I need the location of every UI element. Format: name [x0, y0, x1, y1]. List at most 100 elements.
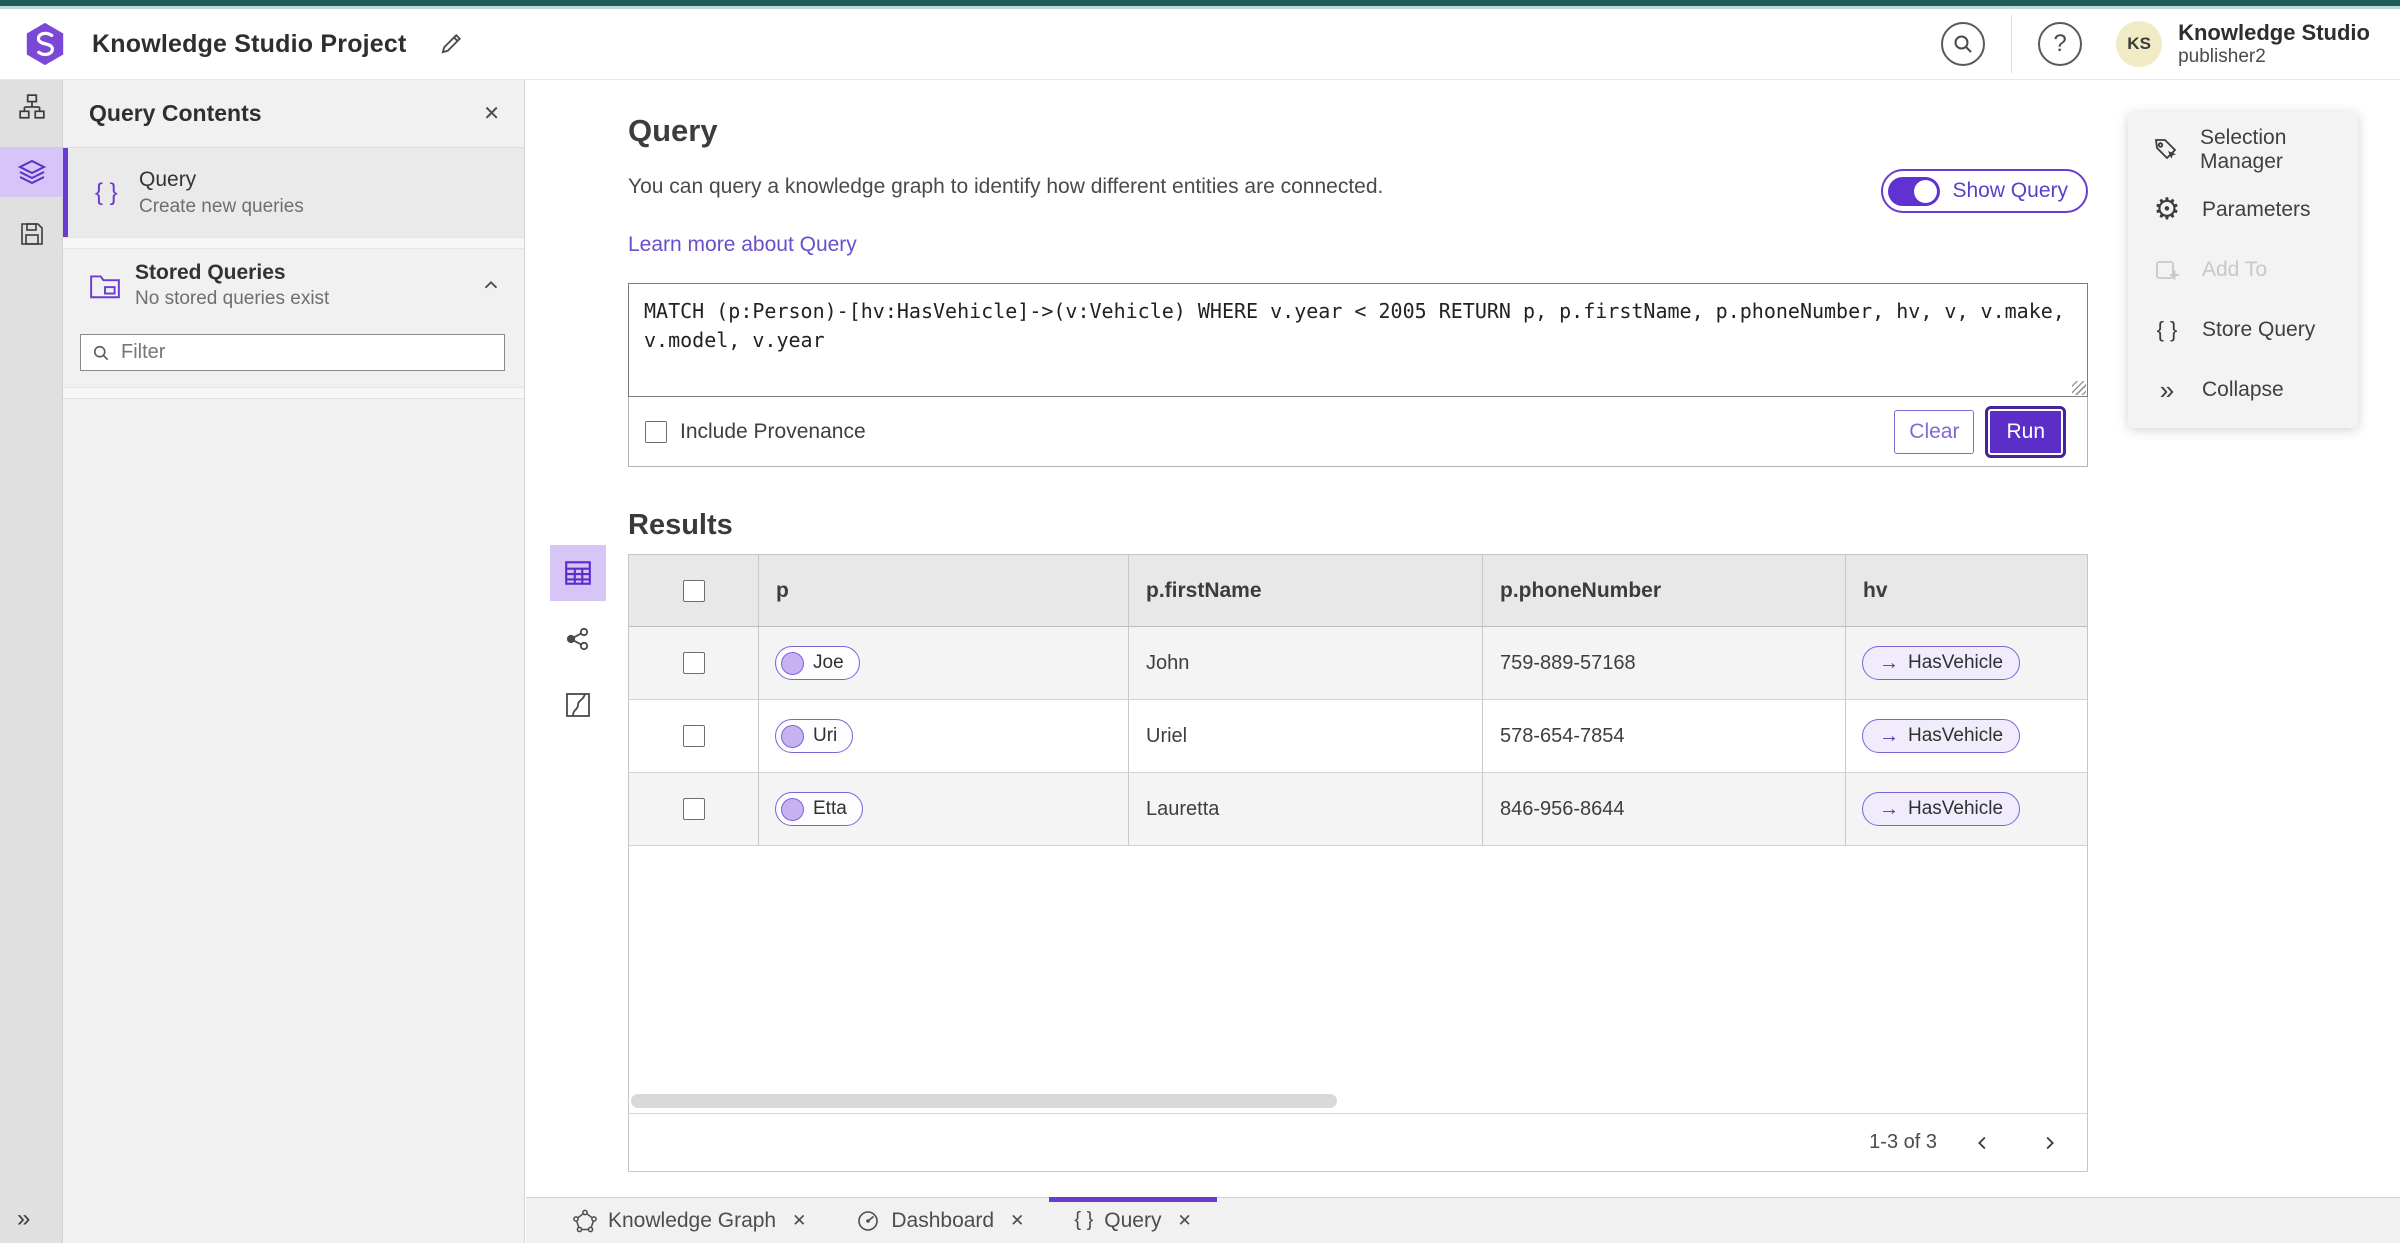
relationship-pill[interactable]: → HasVehicle: [1862, 792, 2021, 826]
user-role: publisher2: [2178, 45, 2266, 67]
selection-manager-icon: [2152, 136, 2180, 164]
menu-item-store-query[interactable]: { } Store Query: [2128, 300, 2358, 360]
row-checkbox[interactable]: [682, 652, 705, 674]
arrow-right-icon: →: [1879, 797, 1899, 820]
rail-expand-button[interactable]: »: [17, 1205, 30, 1233]
tab-knowledge-graph[interactable]: Knowledge Graph ✕: [548, 1198, 831, 1243]
chevron-left-icon: [1978, 1136, 1986, 1149]
menu-item-parameters[interactable]: ⚙ Parameters: [2128, 180, 2358, 240]
search-icon: [1954, 35, 1972, 53]
rail-save-button[interactable]: [0, 209, 63, 259]
double-chevron-icon: »: [2159, 375, 2175, 405]
menu-label: Selection Manager: [2200, 126, 2287, 173]
table-header-row: p p.firstName p.phoneNumber hv: [629, 555, 2087, 627]
row-checkbox[interactable]: [682, 725, 705, 747]
entity-node-icon: [781, 797, 804, 821]
resize-grip[interactable]: [2072, 381, 2086, 395]
close-icon[interactable]: ✕: [792, 1211, 806, 1231]
graph-view-icon: [566, 627, 589, 651]
left-rail: »: [0, 80, 63, 1243]
tab-label: Knowledge Graph: [608, 1208, 777, 1232]
filter-input[interactable]: [121, 341, 494, 364]
close-icon[interactable]: ✕: [1010, 1211, 1024, 1231]
arrow-right-icon: →: [1879, 724, 1899, 747]
results-title: Results: [628, 509, 733, 541]
menu-item-collapse[interactable]: » Collapse: [2128, 360, 2358, 420]
entity-pill[interactable]: Etta: [775, 792, 863, 826]
rail-layers-button[interactable]: [0, 147, 63, 197]
relationship-pill[interactable]: → HasVehicle: [1862, 646, 2021, 680]
chevron-right-icon: [2046, 1136, 2054, 1149]
rail-hierarchy-button[interactable]: [0, 82, 63, 132]
cell-firstname: John: [1129, 627, 1483, 699]
close-icon[interactable]: ✕: [1177, 1211, 1191, 1231]
filter-field: [80, 334, 505, 371]
entity-pill[interactable]: Joe: [775, 646, 860, 680]
menu-item-selection-manager[interactable]: Selection Manager: [2128, 120, 2358, 180]
menu-label: Collapse: [2202, 378, 2284, 401]
query-textarea[interactable]: MATCH (p:Person)-[hv:HasVehicle]->(v:Veh…: [628, 283, 2088, 397]
graph-view-button[interactable]: [550, 611, 606, 667]
table-view-button[interactable]: [550, 545, 606, 601]
close-icon[interactable]: ✕: [483, 101, 500, 126]
tab-query[interactable]: { } Query ✕: [1049, 1197, 1218, 1243]
stored-queries-text: Stored Queries No stored queries exist: [135, 261, 329, 310]
column-header-hv: hv: [1863, 578, 1888, 602]
braces-icon: { }: [95, 178, 118, 206]
column-header-firstname: p.firstName: [1129, 555, 1483, 626]
show-query-toggle[interactable]: Show Query: [1881, 169, 2088, 213]
search-button[interactable]: [1941, 22, 1986, 66]
select-all-checkbox[interactable]: [682, 579, 705, 602]
stored-queries-title: Stored Queries: [135, 260, 286, 284]
toggle-switch: [1888, 176, 1941, 206]
stored-queries-header[interactable]: Stored Queries No stored queries exist: [63, 249, 524, 321]
help-button[interactable]: ?: [2038, 22, 2083, 66]
learn-more-link[interactable]: Learn more about Query: [628, 233, 857, 257]
search-icon: [93, 345, 109, 360]
entity-node-icon: [781, 651, 804, 675]
include-provenance-checkbox[interactable]: [645, 420, 667, 443]
dashboard-gauge-icon: [858, 1210, 879, 1231]
tab-dashboard[interactable]: Dashboard ✕: [831, 1198, 1049, 1243]
row-checkbox[interactable]: [682, 798, 705, 820]
table-view-icon: [565, 561, 591, 585]
hexagon-logo-icon: [26, 22, 64, 66]
previous-page-button[interactable]: [1963, 1123, 2003, 1163]
clear-button[interactable]: Clear: [1894, 409, 1975, 454]
entity-label: Joe: [813, 652, 844, 673]
avatar[interactable]: KS: [2116, 21, 2163, 67]
run-button[interactable]: Run: [1985, 405, 2066, 458]
pencil-icon: [441, 33, 461, 54]
map-view-icon: [566, 693, 590, 717]
map-view-button[interactable]: [550, 677, 606, 733]
arrow-right-icon: →: [1879, 651, 1899, 674]
cell-firstname: Lauretta: [1129, 773, 1483, 845]
relationship-label: HasVehicle: [1908, 652, 2004, 673]
results-view-toolbar: [549, 545, 607, 733]
layers-icon: [17, 159, 46, 185]
user-info: Knowledge Studio publisher2: [2178, 20, 2370, 67]
scrollbar-thumb[interactable]: [631, 1094, 1337, 1108]
header-divider: [2011, 15, 2013, 73]
save-icon: [20, 223, 43, 245]
results-table: p p.firstName p.phoneNumber hv Joe John …: [628, 554, 2088, 1172]
pagination-range: 1-3 of 3: [1869, 1131, 1937, 1153]
chevron-up-icon[interactable]: [480, 274, 502, 296]
next-page-button[interactable]: [2029, 1123, 2069, 1163]
document-tab-bar: Knowledge Graph ✕ Dashboard ✕ { } Query …: [526, 1197, 2400, 1243]
table-row: Etta Lauretta 846-956-8644 → HasVehicle: [629, 773, 2087, 846]
panel-item-query-subtitle: Create new queries: [139, 195, 304, 217]
pagination-bar: 1-3 of 3: [629, 1113, 2087, 1171]
entity-pill[interactable]: Uri: [775, 719, 854, 753]
relationship-pill[interactable]: → HasVehicle: [1862, 719, 2021, 753]
panel-item-query[interactable]: { } Query Create new queries: [63, 148, 524, 237]
query-contents-panel: Query Contents ✕ { } Query Create new qu…: [63, 80, 525, 1243]
table-row: Joe John 759-889-57168 → HasVehicle: [629, 627, 2087, 700]
folder-icon: [89, 270, 135, 300]
table-row: Uri Uriel 578-654-7854 → HasVehicle: [629, 700, 2087, 773]
product-name: Knowledge Studio: [2178, 20, 2370, 46]
braces-icon: { }: [1074, 1209, 1094, 1231]
top-accent-bar-light: [0, 6, 2400, 9]
main-area: Query You can query a knowledge graph to…: [526, 80, 2400, 1197]
edit-title-button[interactable]: [437, 29, 467, 59]
